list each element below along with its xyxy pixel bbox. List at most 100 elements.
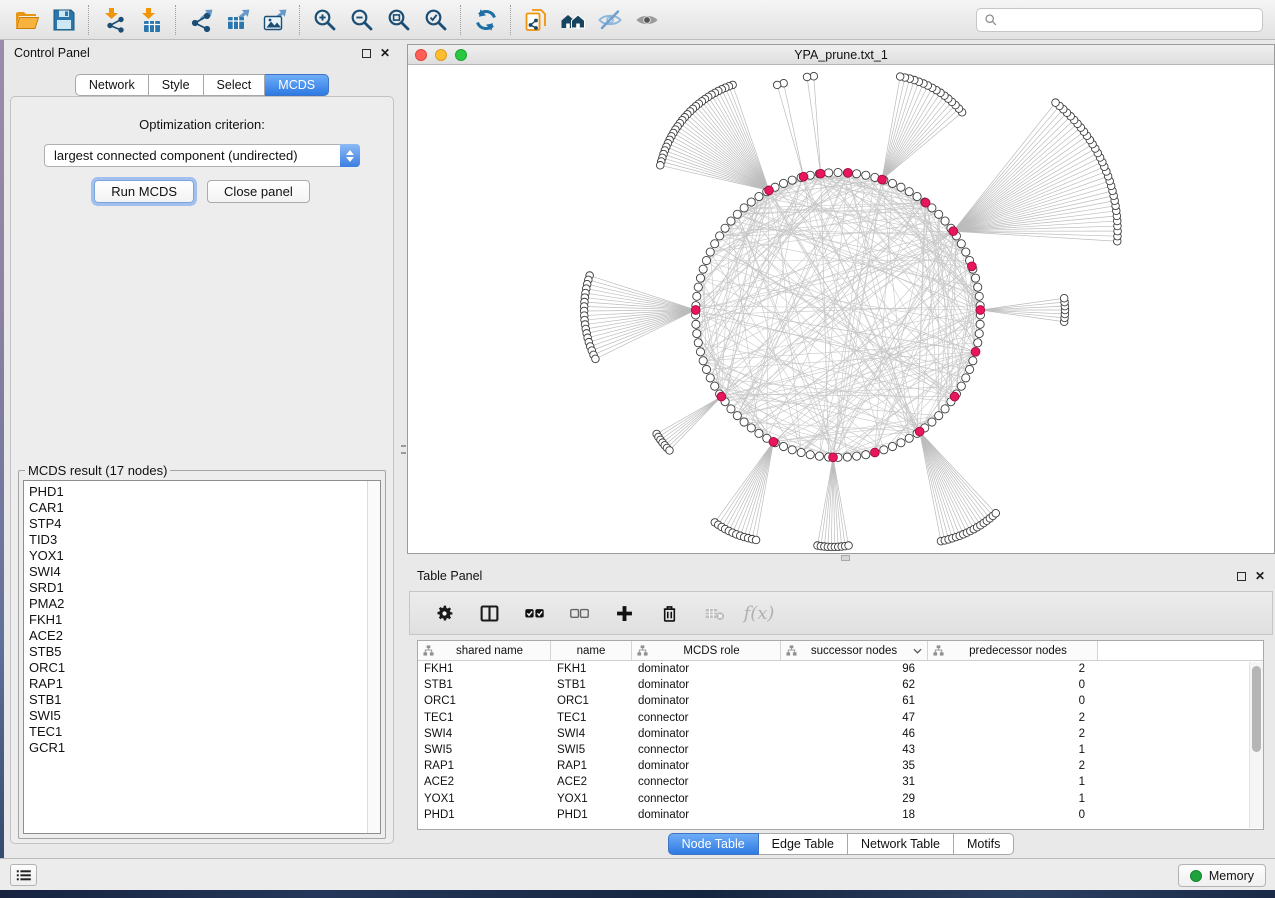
function-icon: f(x) <box>744 603 775 624</box>
cell-name: YOX1 <box>551 793 632 805</box>
close-table-panel-icon[interactable]: ✕ <box>1255 570 1265 582</box>
horizontal-splitter[interactable] <box>407 554 1275 563</box>
settings-gear-button[interactable] <box>432 601 456 625</box>
vertical-splitter[interactable] <box>400 40 407 858</box>
select-all-button[interactable] <box>522 601 546 625</box>
mcds-result-item[interactable]: FKH1 <box>29 612 367 628</box>
mcds-result-item[interactable]: STP4 <box>29 516 367 532</box>
save-session-button[interactable] <box>45 4 82 36</box>
cell-shared-name: TEC1 <box>418 712 551 724</box>
cell-shared-name: SWI5 <box>418 744 551 756</box>
mcds-result-item[interactable]: CAR1 <box>29 500 367 516</box>
zoom-out-button[interactable] <box>343 4 380 36</box>
show-all-button[interactable] <box>628 4 665 36</box>
column-header-name[interactable]: name <box>551 641 632 660</box>
close-panel-icon[interactable]: ✕ <box>380 47 390 59</box>
network-canvas[interactable] <box>408 66 1274 553</box>
main-toolbar <box>0 0 1275 40</box>
network-graph <box>408 66 1274 553</box>
table-row[interactable]: PHD1PHD1dominator180 <box>418 807 1263 823</box>
export-network-button[interactable] <box>182 4 219 36</box>
float-table-panel-icon[interactable] <box>1237 572 1246 581</box>
table-row[interactable]: STB1STB1dominator620 <box>418 677 1263 693</box>
mcds-result-item[interactable]: PMA2 <box>29 596 367 612</box>
table-row[interactable]: SWI4SWI4dominator462 <box>418 726 1263 742</box>
attribute-type-icon <box>933 645 944 656</box>
tab-motifs[interactable]: Motifs <box>954 833 1014 855</box>
close-panel-button[interactable]: Close panel <box>207 180 310 203</box>
column-header-mcds-role[interactable]: MCDS role <box>632 641 781 660</box>
function-builder-button[interactable]: f(x) <box>747 601 771 625</box>
open-file-button[interactable] <box>8 4 45 36</box>
attribute-type-icon <box>637 645 648 656</box>
status-bar: Memory <box>0 858 1275 890</box>
export-table-icon <box>225 7 251 33</box>
dropdown-stepper-icon <box>340 144 360 167</box>
table-row[interactable]: RAP1RAP1dominator352 <box>418 758 1263 774</box>
hide-selected-button[interactable] <box>591 4 628 36</box>
tab-network-table[interactable]: Network Table <box>848 833 954 855</box>
zoom-fit-button[interactable] <box>380 4 417 36</box>
mcds-result-item[interactable]: TID3 <box>29 532 367 548</box>
table-row[interactable]: YOX1YOX1connector291 <box>418 791 1263 807</box>
mcds-result-item[interactable]: SWI4 <box>29 564 367 580</box>
optimization-criterion-select[interactable]: largest connected component (undirected) <box>44 144 360 167</box>
export-image-icon <box>262 7 288 33</box>
tab-network[interactable]: Network <box>75 74 149 96</box>
table-row[interactable]: TEC1TEC1connector472 <box>418 710 1263 726</box>
table-row[interactable]: ACE2ACE2connector311 <box>418 774 1263 790</box>
run-mcds-button[interactable]: Run MCDS <box>94 180 194 203</box>
mcds-result-item[interactable]: RAP1 <box>29 676 367 692</box>
add-column-button[interactable] <box>612 601 636 625</box>
cell-name: ORC1 <box>551 695 632 707</box>
task-history-button[interactable] <box>10 864 37 886</box>
refresh-network-icon <box>473 7 499 33</box>
zoom-selected-button[interactable] <box>417 4 454 36</box>
mcds-result-item[interactable]: ACE2 <box>29 628 367 644</box>
column-header-shared-name[interactable]: shared name <box>418 641 551 660</box>
mcds-result-item[interactable]: TEC1 <box>29 724 367 740</box>
column-header-predecessor-nodes[interactable]: predecessor nodes <box>928 641 1098 660</box>
delete-table-button[interactable] <box>702 601 726 625</box>
import-network-button[interactable] <box>95 4 132 36</box>
cell-predecessor-nodes: 1 <box>928 744 1098 756</box>
table-row[interactable]: SWI5SWI5connector431 <box>418 742 1263 758</box>
float-panel-icon[interactable] <box>362 49 371 58</box>
scrollbar-thumb[interactable] <box>1252 666 1261 752</box>
mcds-result-item[interactable]: STB5 <box>29 644 367 660</box>
cell-successor-nodes: 29 <box>781 793 928 805</box>
tab-node-table[interactable]: Node Table <box>668 833 759 855</box>
unselect-all-button[interactable] <box>567 601 591 625</box>
mcds-result-item[interactable]: GCR1 <box>29 740 367 756</box>
mcds-result-item[interactable]: STB1 <box>29 692 367 708</box>
import-table-button[interactable] <box>132 4 169 36</box>
export-image-button[interactable] <box>256 4 293 36</box>
memory-button[interactable]: Memory <box>1178 864 1266 887</box>
network-window-titlebar[interactable]: YPA_prune.txt_1 <box>408 45 1274 65</box>
mcds-result-item[interactable]: SWI5 <box>29 708 367 724</box>
split-columns-button[interactable] <box>477 601 501 625</box>
tab-edge-table[interactable]: Edge Table <box>759 833 848 855</box>
tab-select[interactable]: Select <box>204 74 266 96</box>
tab-mcds[interactable]: MCDS <box>265 74 329 96</box>
splitter-handle[interactable] <box>841 555 850 561</box>
mcds-result-item[interactable]: YOX1 <box>29 548 367 564</box>
mcds-result-item[interactable]: ORC1 <box>29 660 367 676</box>
export-table-button[interactable] <box>219 4 256 36</box>
table-row[interactable]: FKH1FKH1dominator962 <box>418 661 1263 677</box>
search-input[interactable] <box>1002 10 1262 30</box>
refresh-network-button[interactable] <box>467 4 504 36</box>
tab-style[interactable]: Style <box>149 74 204 96</box>
delete-column-button[interactable] <box>657 601 681 625</box>
search-box[interactable] <box>976 8 1263 32</box>
unselect-all-icon <box>569 603 590 624</box>
mcds-result-item[interactable]: PHD1 <box>29 484 367 500</box>
table-scrollbar[interactable] <box>1249 662 1263 828</box>
first-neighbors-button[interactable] <box>554 4 591 36</box>
copy-network-button[interactable] <box>517 4 554 36</box>
mcds-result-scrollbar[interactable] <box>367 481 380 833</box>
column-header-successor-nodes[interactable]: successor nodes <box>781 641 928 660</box>
mcds-result-item[interactable]: SRD1 <box>29 580 367 596</box>
zoom-in-button[interactable] <box>306 4 343 36</box>
table-row[interactable]: ORC1ORC1dominator610 <box>418 693 1263 709</box>
